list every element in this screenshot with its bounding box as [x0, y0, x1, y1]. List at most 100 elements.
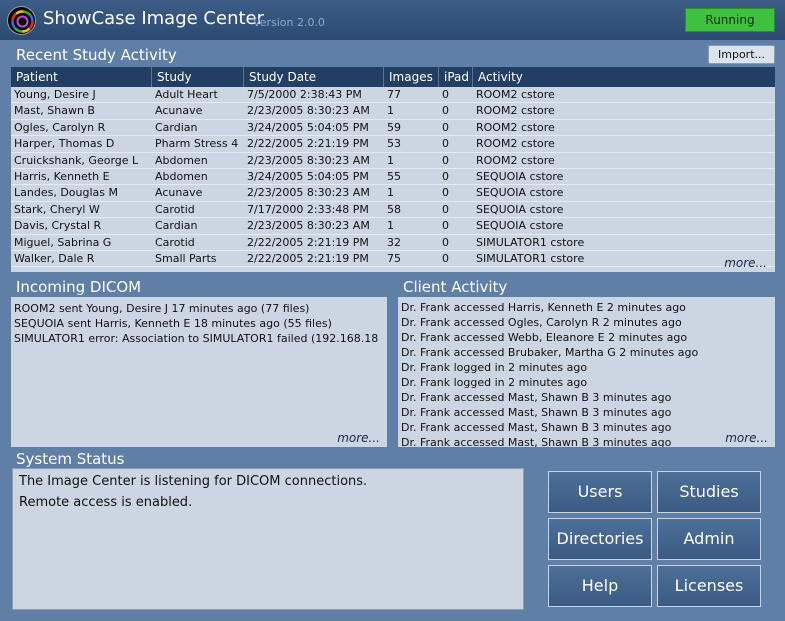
incoming-line: SEQUOIA sent Harris, Kenneth E 18 minute…: [14, 317, 332, 330]
cell-study-date: 2/22/2005 2:21:19 PM: [247, 137, 369, 151]
table-row[interactable]: Stark, Cheryl W Carotid 7/17/2000 2:33:48 …: [11, 202, 775, 219]
recent-more-link[interactable]: more...: [724, 256, 767, 270]
cell-study-date: 2/22/2005 2:21:19 PM: [247, 235, 369, 249]
table-row[interactable]: Landes, Douglas M Acunave 2/23/2005 8:30:2…: [11, 185, 775, 202]
cell-activity: ROOM2 cstore: [476, 104, 555, 118]
cell-study: Acunave: [155, 186, 203, 200]
client-line: Dr. Frank accessed Mast, Shawn B 3 minut…: [401, 421, 672, 434]
col-study-date[interactable]: Study Date: [244, 67, 384, 87]
incoming-more-link[interactable]: more...: [337, 431, 380, 445]
study-table: Patient Study Study Date Images iPad Act…: [11, 67, 775, 272]
cell-images: 59: [387, 120, 401, 134]
table-row[interactable]: Cruickshank, George L Abdomen 2/23/2005 8:…: [11, 153, 775, 169]
client-more-link[interactable]: more...: [721, 431, 768, 445]
incoming-dicom-panel: ROOM2 sent Young, Desire J 17 minutes ag…: [11, 297, 387, 447]
client-activity-panel: Dr. Frank accessed Harris, Kenneth E 2 m…: [398, 297, 775, 447]
cell-study: Carotid: [155, 235, 195, 249]
client-line: Dr. Frank accessed Harris, Kenneth E 2 m…: [401, 301, 686, 314]
cell-study-date: 2/22/2005 2:21:19 PM: [247, 252, 369, 265]
client-activity-title: Client Activity: [403, 278, 508, 296]
cell-patient: Davis, Crystal R: [14, 219, 102, 233]
cell-study-date: 7/17/2000 2:33:48 PM: [247, 202, 369, 216]
incoming-line: SIMULATOR1 error: Association to SIMULAT…: [14, 332, 379, 345]
status-badge: Running: [685, 8, 775, 32]
table-row[interactable]: Harris, Kenneth E Abdomen 3/24/2005 5:04:0…: [11, 169, 775, 186]
help-button[interactable]: Help: [548, 565, 652, 607]
cell-ipad: 0: [442, 153, 449, 167]
cell-patient: Harper, Thomas D: [14, 137, 115, 151]
cell-study: Abdomen: [155, 170, 208, 183]
col-ipad[interactable]: iPad: [439, 67, 473, 87]
cell-activity: SEQUOIA cstore: [476, 186, 564, 200]
cell-study: Adult Heart: [155, 88, 218, 101]
cell-patient: Mast, Shawn B: [14, 104, 95, 118]
table-row[interactable]: Young, Desire J Adult Heart 7/5/2000 2:38:…: [11, 87, 775, 104]
app-version: Version 2.0.0: [253, 16, 325, 29]
cell-study-date: 2/23/2005 8:30:23 AM: [247, 186, 370, 200]
directories-button[interactable]: Directories: [548, 518, 652, 560]
users-button[interactable]: Users: [548, 471, 652, 513]
showcase-logo-icon: [7, 6, 36, 35]
cell-activity: SEQUOIA cstore: [476, 219, 564, 233]
title-bar: ShowCase Image Center Version 2.0.0 Runn…: [0, 0, 785, 40]
cell-ipad: 0: [442, 235, 449, 249]
client-line: Dr. Frank accessed Mast, Shawn B 3 minut…: [401, 391, 672, 404]
table-row[interactable]: Davis, Crystal R Cardian 2/23/2005 8:30:23…: [11, 218, 775, 235]
cell-study-date: 3/24/2005 5:04:05 PM: [247, 170, 369, 183]
client-line: Dr. Frank accessed Mast, Shawn B 3 minut…: [401, 406, 672, 419]
cell-images: 1: [387, 153, 394, 167]
licenses-button[interactable]: Licenses: [657, 565, 761, 607]
cell-images: 1: [387, 104, 394, 118]
cell-images: 55: [387, 170, 401, 183]
cell-activity: SEQUOIA cstore: [476, 170, 564, 183]
cell-ipad: 0: [442, 186, 449, 200]
col-study[interactable]: Study: [152, 67, 244, 87]
cell-patient: Harris, Kenneth E: [14, 170, 110, 183]
cell-ipad: 0: [442, 202, 449, 216]
cell-study: Cardian: [155, 219, 198, 233]
table-row[interactable]: Mast, Shawn B Acunave 2/23/2005 8:30:23 AM…: [11, 103, 775, 120]
table-row[interactable]: Walker, Dale R Small Parts 2/22/2005 2:21:…: [11, 251, 775, 268]
incoming-line: ROOM2 sent Young, Desire J 17 minutes ag…: [14, 302, 310, 315]
cell-images: 32: [387, 235, 401, 249]
col-images[interactable]: Images: [384, 67, 439, 87]
cell-ipad: 0: [442, 252, 449, 265]
incoming-dicom-title: Incoming DICOM: [16, 278, 142, 296]
system-status-line: Remote access is enabled.: [19, 495, 193, 510]
cell-patient: Stark, Cheryl W: [14, 202, 100, 216]
table-row[interactable]: Ogles, Carolyn R Cardian 3/24/2005 5:04:05…: [11, 120, 775, 137]
cell-images: 1: [387, 219, 394, 233]
cell-activity: ROOM2 cstore: [476, 137, 555, 151]
cell-study-date: 2/23/2005 8:30:23 AM: [247, 219, 370, 233]
cell-study: Acunave: [155, 104, 203, 118]
import-button[interactable]: Import...: [708, 45, 775, 64]
system-status-panel: The Image Center is listening for DICOM …: [12, 468, 524, 610]
cell-study-date: 3/24/2005 5:04:05 PM: [247, 120, 369, 134]
cell-images: 53: [387, 137, 401, 151]
studies-button[interactable]: Studies: [657, 471, 761, 513]
client-line: Dr. Frank logged in 2 minutes ago: [401, 376, 588, 389]
cell-study-date: 2/23/2005 8:30:23 AM: [247, 104, 370, 118]
cell-patient: Landes, Douglas M: [14, 186, 118, 200]
table-row[interactable]: Harper, Thomas D Pharm Stress 4 2/22/2005 …: [11, 136, 775, 153]
cell-activity: SEQUOIA cstore: [476, 202, 564, 216]
cell-ipad: 0: [442, 219, 449, 233]
app-title: ShowCase Image Center: [43, 8, 265, 29]
table-row[interactable]: Miguel, Sabrina G Carotid 2/22/2005 2:21:1…: [11, 235, 775, 251]
client-line: Dr. Frank accessed Brubaker, Martha G 2 …: [401, 346, 699, 359]
cell-images: 1: [387, 186, 394, 200]
client-line: Dr. Frank logged in 2 minutes ago: [401, 361, 588, 374]
cell-study-date: 7/5/2000 2:38:43 PM: [247, 88, 362, 101]
cell-study: Cardian: [155, 120, 198, 134]
cell-activity: ROOM2 cstore: [476, 120, 555, 134]
cell-activity: ROOM2 cstore: [476, 88, 555, 101]
cell-study: Pharm Stress 4: [155, 137, 239, 151]
col-activity[interactable]: Activity: [473, 67, 775, 87]
client-line: Dr. Frank accessed Mast, Shawn B 3 minut…: [401, 436, 672, 447]
recent-study-title: Recent Study Activity: [16, 46, 177, 64]
cell-patient: Walker, Dale R: [14, 252, 95, 265]
col-patient[interactable]: Patient: [11, 67, 152, 87]
cell-images: 58: [387, 202, 401, 216]
admin-button[interactable]: Admin: [657, 518, 761, 560]
cell-patient: Young, Desire J: [14, 88, 96, 101]
